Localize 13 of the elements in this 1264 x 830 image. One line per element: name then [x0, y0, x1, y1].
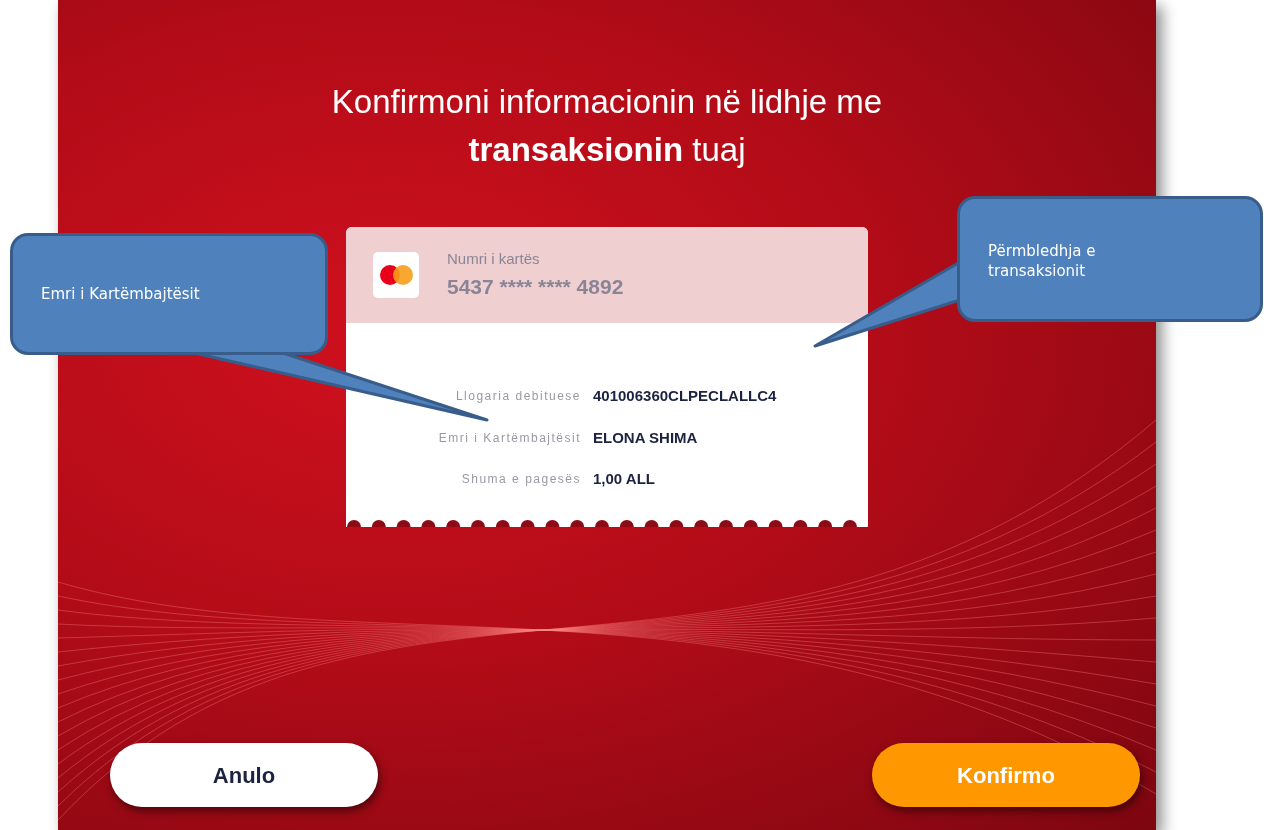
- callout-text: Emri i Kartëmbajtësit: [41, 284, 200, 304]
- detail-value: ELONA SHIMA: [593, 427, 698, 448]
- detail-label: Shuma e pagesës: [460, 471, 581, 489]
- card-number-label: Numri i kartës: [447, 249, 541, 269]
- detail-label: Emri i Kartëmbajtësit: [437, 429, 581, 447]
- detail-value: 1,00 ALL: [593, 469, 655, 489]
- card-number: 5437 **** **** 4892: [447, 273, 624, 300]
- cancel-button[interactable]: Anulo: [110, 743, 378, 807]
- card-brand-icon: [373, 252, 419, 298]
- screen-title: Konfirmoni informacionin në lidhje me transaksionin tuaj: [330, 82, 884, 170]
- callout-text: Përmbledhja e transaksionit: [988, 241, 1097, 281]
- detail-label: Llogaria debituese: [454, 388, 581, 406]
- detail-value: 401006360CLPECLALLC4: [593, 386, 777, 406]
